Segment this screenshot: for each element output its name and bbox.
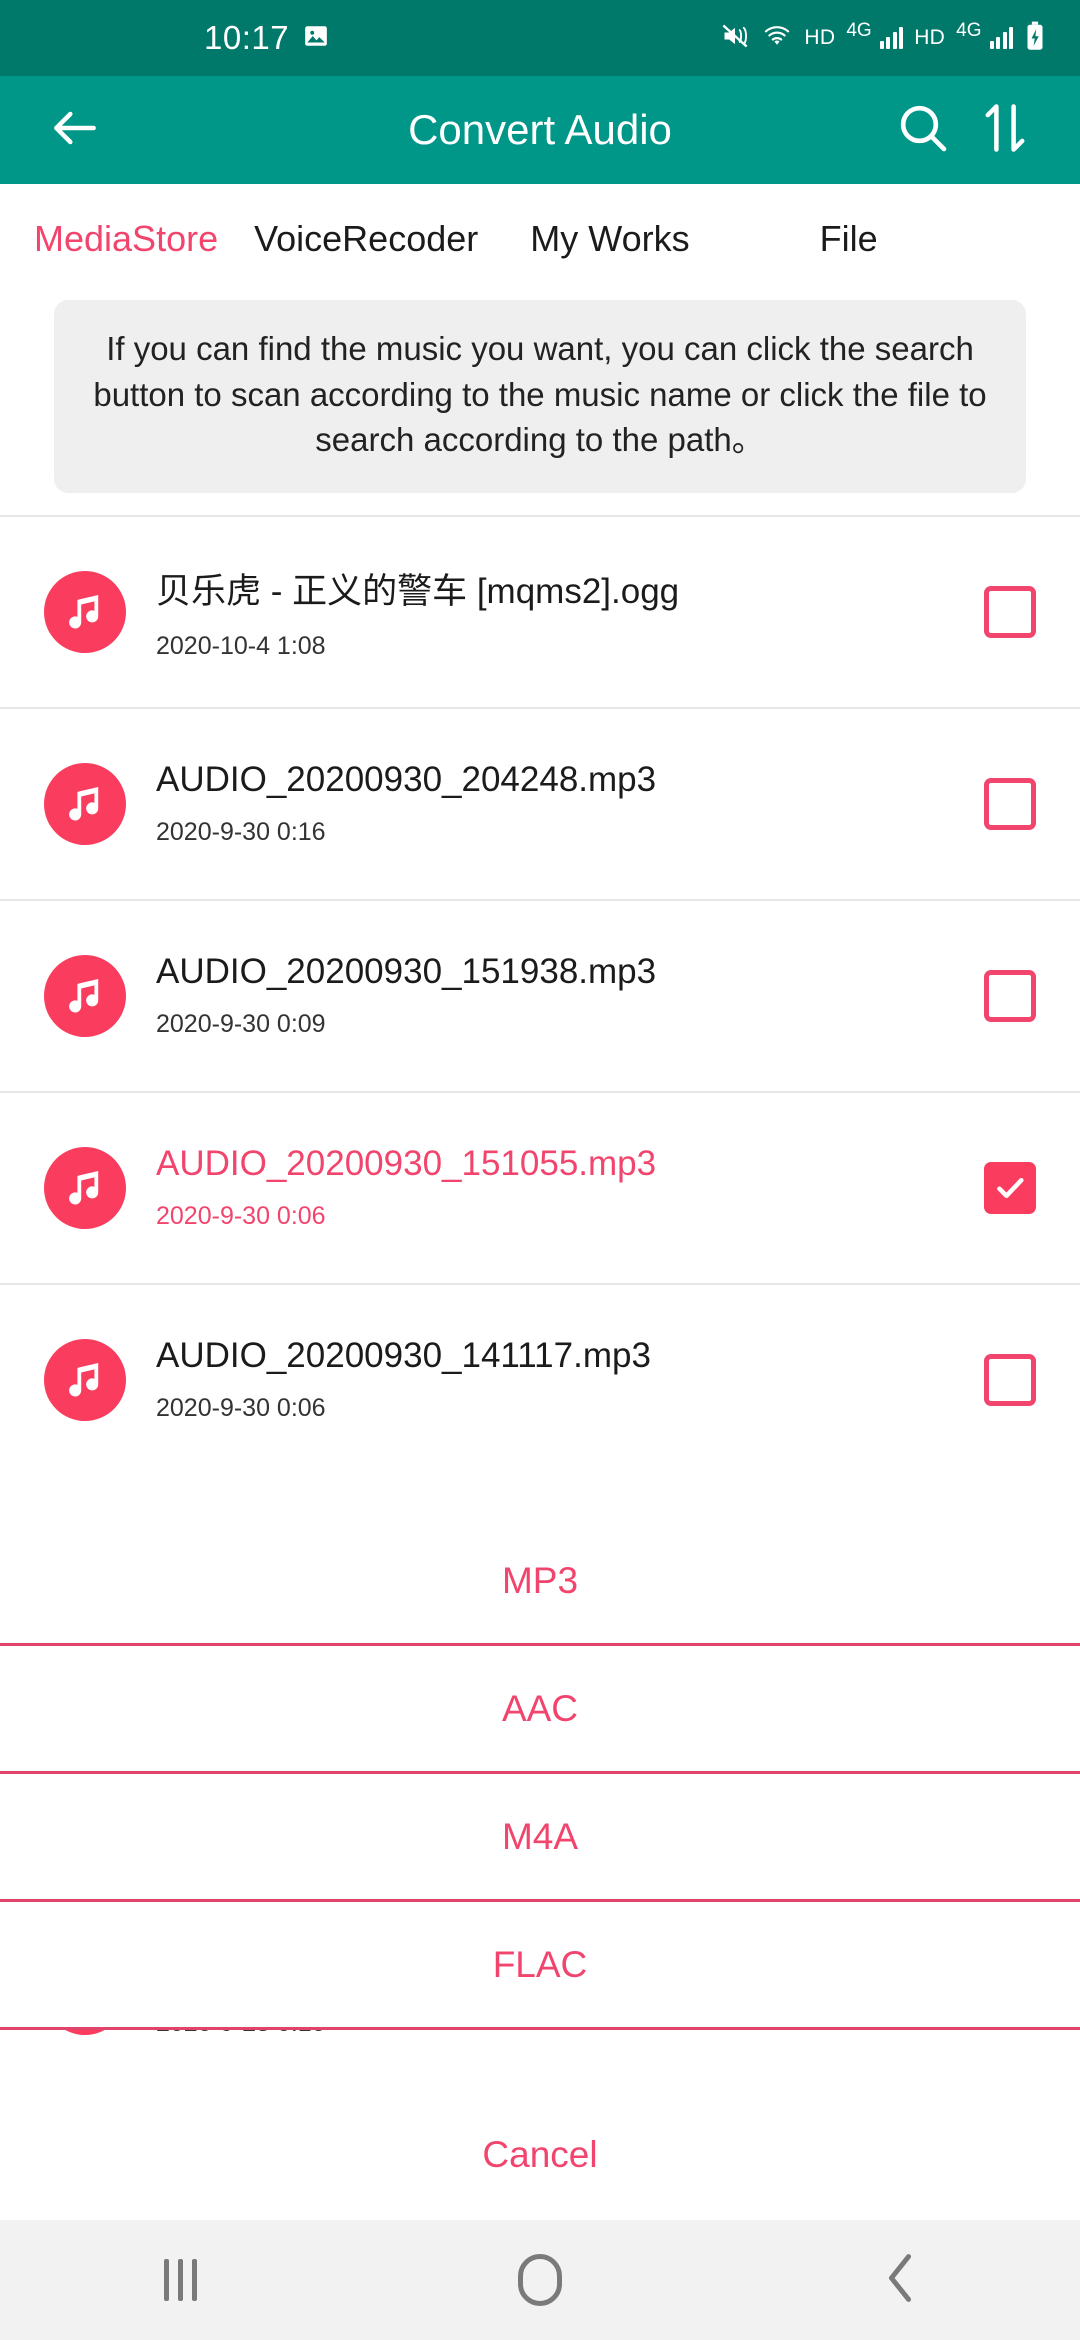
music-note-icon (44, 1146, 126, 1229)
select-checkbox[interactable] (984, 969, 1036, 1022)
table-row[interactable]: AUDIO_20200930_151938.mp3 2020-9-30 0:09 (0, 898, 1080, 1091)
table-row[interactable]: 贝乐虎 - 正义的警车 [mqms2].ogg 2020-10-4 1:08 (0, 514, 1080, 707)
search-hint-banner: If you can find the music you want, you … (54, 300, 1026, 493)
back-chevron-icon (885, 2252, 915, 2309)
wifi-icon (761, 22, 793, 55)
back-nav-button[interactable] (825, 2220, 975, 2340)
recent-apps-button[interactable] (105, 2220, 255, 2340)
music-note-icon (44, 1338, 126, 1421)
battery-charging-icon (1024, 21, 1046, 56)
sort-button[interactable] (964, 89, 1046, 171)
file-subtitle: 2020-9-30 0:16 (156, 818, 326, 847)
file-subtitle: 2020-10-4 1:08 (156, 631, 326, 660)
home-icon (518, 2254, 562, 2306)
recent-apps-icon (163, 2259, 197, 2301)
status-bar-clock: 10:17 (204, 19, 290, 56)
music-note-icon (44, 954, 126, 1037)
tab-voicerecoder[interactable]: VoiceRecoder (254, 218, 478, 260)
table-row[interactable]: AUDIO_20200930_204248.mp3 2020-9-30 0:16 (0, 706, 1080, 899)
file-meta: AUDIO_20200930_151938.mp3 2020-9-30 0:09 (156, 952, 964, 1039)
app-toolbar: Convert Audio (0, 76, 1080, 184)
arrow-left-icon (47, 100, 103, 161)
file-meta: AUDIO_20200930_141117.mp3 2020-9-30 0:06 (156, 1336, 964, 1423)
search-icon (895, 100, 951, 161)
tab-file[interactable]: File (820, 218, 878, 260)
table-row[interactable]: AUDIO_20200930_141117.mp3 2020-9-30 0:06 (0, 1282, 1080, 1475)
image-icon (303, 23, 329, 54)
file-name: AUDIO_20200930_204248.mp3 (156, 760, 657, 800)
system-nav-bar (0, 2220, 1080, 2340)
search-button[interactable] (882, 89, 964, 171)
format-option-m4a[interactable]: M4A (0, 1774, 1080, 1902)
music-note-icon (44, 762, 126, 845)
music-note-icon (44, 570, 126, 653)
status-bar-right: HD 4G HD 4G (720, 20, 1046, 56)
network-gen-2: 4G (956, 20, 982, 41)
format-option-aac[interactable]: AAC (0, 1646, 1080, 1774)
format-selection-sheet: MP3 AAC M4A FLAC 2020-9-28 0:10 Cancel (0, 1518, 1080, 2220)
file-name: AUDIO_20200930_151055.mp3 (156, 1144, 657, 1184)
select-checkbox[interactable] (984, 777, 1036, 830)
network-gen-1: 4G (846, 20, 872, 41)
file-meta: AUDIO_20200930_151055.mp3 2020-9-30 0:06 (156, 1144, 964, 1231)
format-option-flac[interactable]: FLAC (0, 1902, 1080, 2030)
file-meta: 2020-9-28 0:10 (156, 2030, 964, 2038)
table-row[interactable]: AUDIO_20200930_151055.mp3 2020-9-30 0:06 (0, 1090, 1080, 1283)
file-subtitle: 2020-9-30 0:06 (156, 1202, 326, 1231)
file-subtitle: 2020-9-30 0:09 (156, 1010, 326, 1039)
tab-mediastore[interactable]: MediaStore (34, 218, 218, 260)
sort-icon (979, 100, 1031, 161)
file-subtitle: 2020-9-28 0:10 (156, 2030, 964, 2038)
cancel-button[interactable]: Cancel (0, 2090, 1080, 2220)
tab-bar: MediaStore VoiceRecoder My Works File (0, 184, 1080, 294)
mute-icon (720, 22, 750, 55)
file-subtitle: 2020-9-30 0:06 (156, 1394, 326, 1423)
audio-file-list: 贝乐虎 - 正义的警车 [mqms2].ogg 2020-10-4 1:08 A… (0, 514, 1080, 1475)
signal-bars-icon-1 (879, 27, 904, 49)
file-name: 贝乐虎 - 正义的警车 [mqms2].ogg (156, 571, 680, 611)
hd-indicator-2: HD (914, 26, 946, 49)
select-checkbox[interactable] (984, 1161, 1036, 1214)
hd-indicator-1: HD (804, 26, 836, 49)
signal-bars-icon-2 (989, 27, 1013, 49)
tab-my-works[interactable]: My Works (530, 218, 689, 260)
status-bar: 10:17 HD 4G HD 4G (0, 0, 1080, 76)
file-name: AUDIO_20200930_151938.mp3 (156, 952, 657, 992)
back-button[interactable] (34, 89, 116, 171)
file-meta: 贝乐虎 - 正义的警车 [mqms2].ogg 2020-10-4 1:08 (156, 563, 964, 661)
select-checkbox[interactable] (984, 585, 1036, 638)
obscured-list-row: 2020-9-28 0:10 (0, 2030, 1080, 2090)
format-option-mp3[interactable]: MP3 (0, 1518, 1080, 1646)
select-checkbox[interactable] (984, 1353, 1036, 1406)
status-bar-left: 10:17 (34, 19, 720, 57)
file-name: AUDIO_20200930_141117.mp3 (156, 1336, 651, 1376)
music-note-icon (44, 2030, 126, 2035)
home-button[interactable] (465, 2220, 615, 2340)
file-meta: AUDIO_20200930_204248.mp3 2020-9-30 0:16 (156, 760, 964, 847)
